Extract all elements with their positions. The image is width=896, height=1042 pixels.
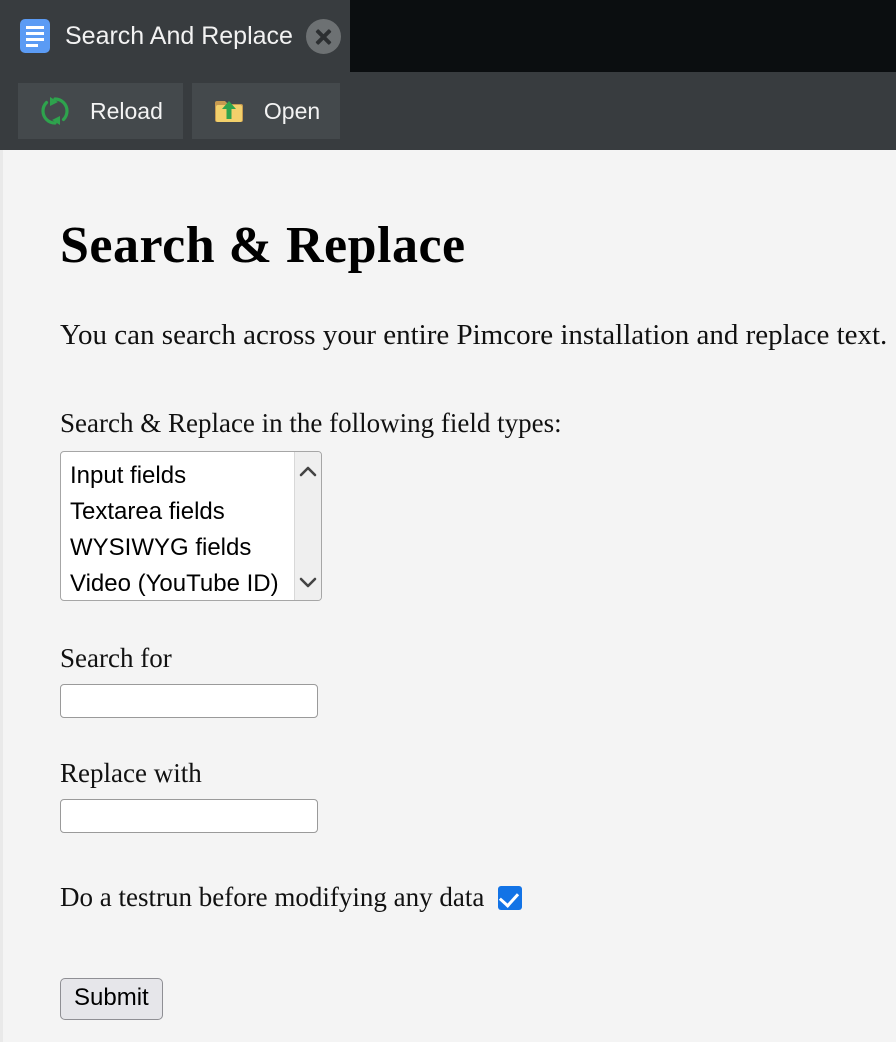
field-types-label: Search & Replace in the following field … <box>60 408 562 438</box>
reload-button-label: Reload <box>90 97 163 124</box>
testrun-row: Do a testrun before modifying any data <box>60 882 896 913</box>
open-button-label: Open <box>263 97 321 124</box>
replace-with-input[interactable] <box>60 799 318 833</box>
browser-tab[interactable]: Search And Replace <box>0 0 350 72</box>
list-item[interactable]: WYSIWYG fields <box>70 530 294 566</box>
folder-open-icon <box>212 94 246 128</box>
field-types-options[interactable]: Input fields Textarea fields WYSIWYG fie… <box>61 452 294 600</box>
page-content: Search & Replace You can search across y… <box>0 150 896 1042</box>
check-icon <box>499 886 520 908</box>
tab-title: Search And Replace <box>65 21 293 50</box>
replace-with-label: Replace with <box>60 758 202 788</box>
browser-toolbar: Reload Open <box>0 72 896 150</box>
listbox-scrollbar[interactable] <box>294 452 321 600</box>
list-item[interactable]: Textarea fields <box>70 494 294 530</box>
testrun-checkbox[interactable] <box>498 885 523 910</box>
reload-icon <box>38 94 72 128</box>
field-types-listbox[interactable]: Input fields Textarea fields WYSIWYG fie… <box>60 451 322 601</box>
list-item[interactable]: Input fields <box>70 458 294 494</box>
browser-chrome: Search And Replace Reload Open <box>0 0 896 150</box>
chevron-down-icon[interactable] <box>299 576 317 588</box>
testrun-label: Do a testrun before modifying any data <box>60 882 485 912</box>
chevron-up-icon[interactable] <box>299 464 317 477</box>
open-button[interactable]: Open <box>191 83 341 139</box>
search-for-input[interactable] <box>60 684 318 718</box>
submit-button[interactable]: Submit <box>60 978 163 1020</box>
tab-strip: Search And Replace <box>0 0 896 72</box>
page-title: Search & Replace <box>60 217 466 274</box>
reload-button[interactable]: Reload <box>18 83 183 139</box>
list-item[interactable]: Video (YouTube ID) <box>70 566 294 600</box>
close-icon[interactable] <box>305 18 341 54</box>
search-for-label: Search for <box>60 643 172 673</box>
intro-text: You can search across your entire Pimcor… <box>60 319 888 351</box>
document-icon <box>20 19 50 53</box>
